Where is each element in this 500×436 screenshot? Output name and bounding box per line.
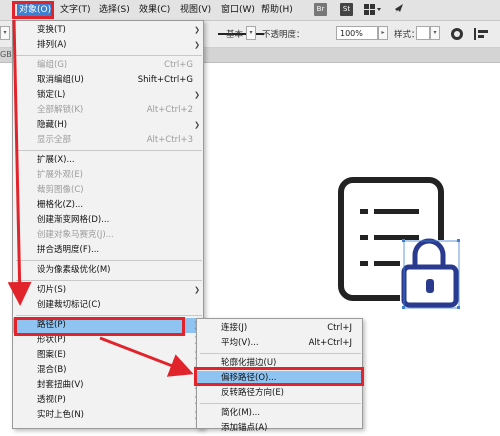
annotation-arrows [7, 19, 194, 377]
